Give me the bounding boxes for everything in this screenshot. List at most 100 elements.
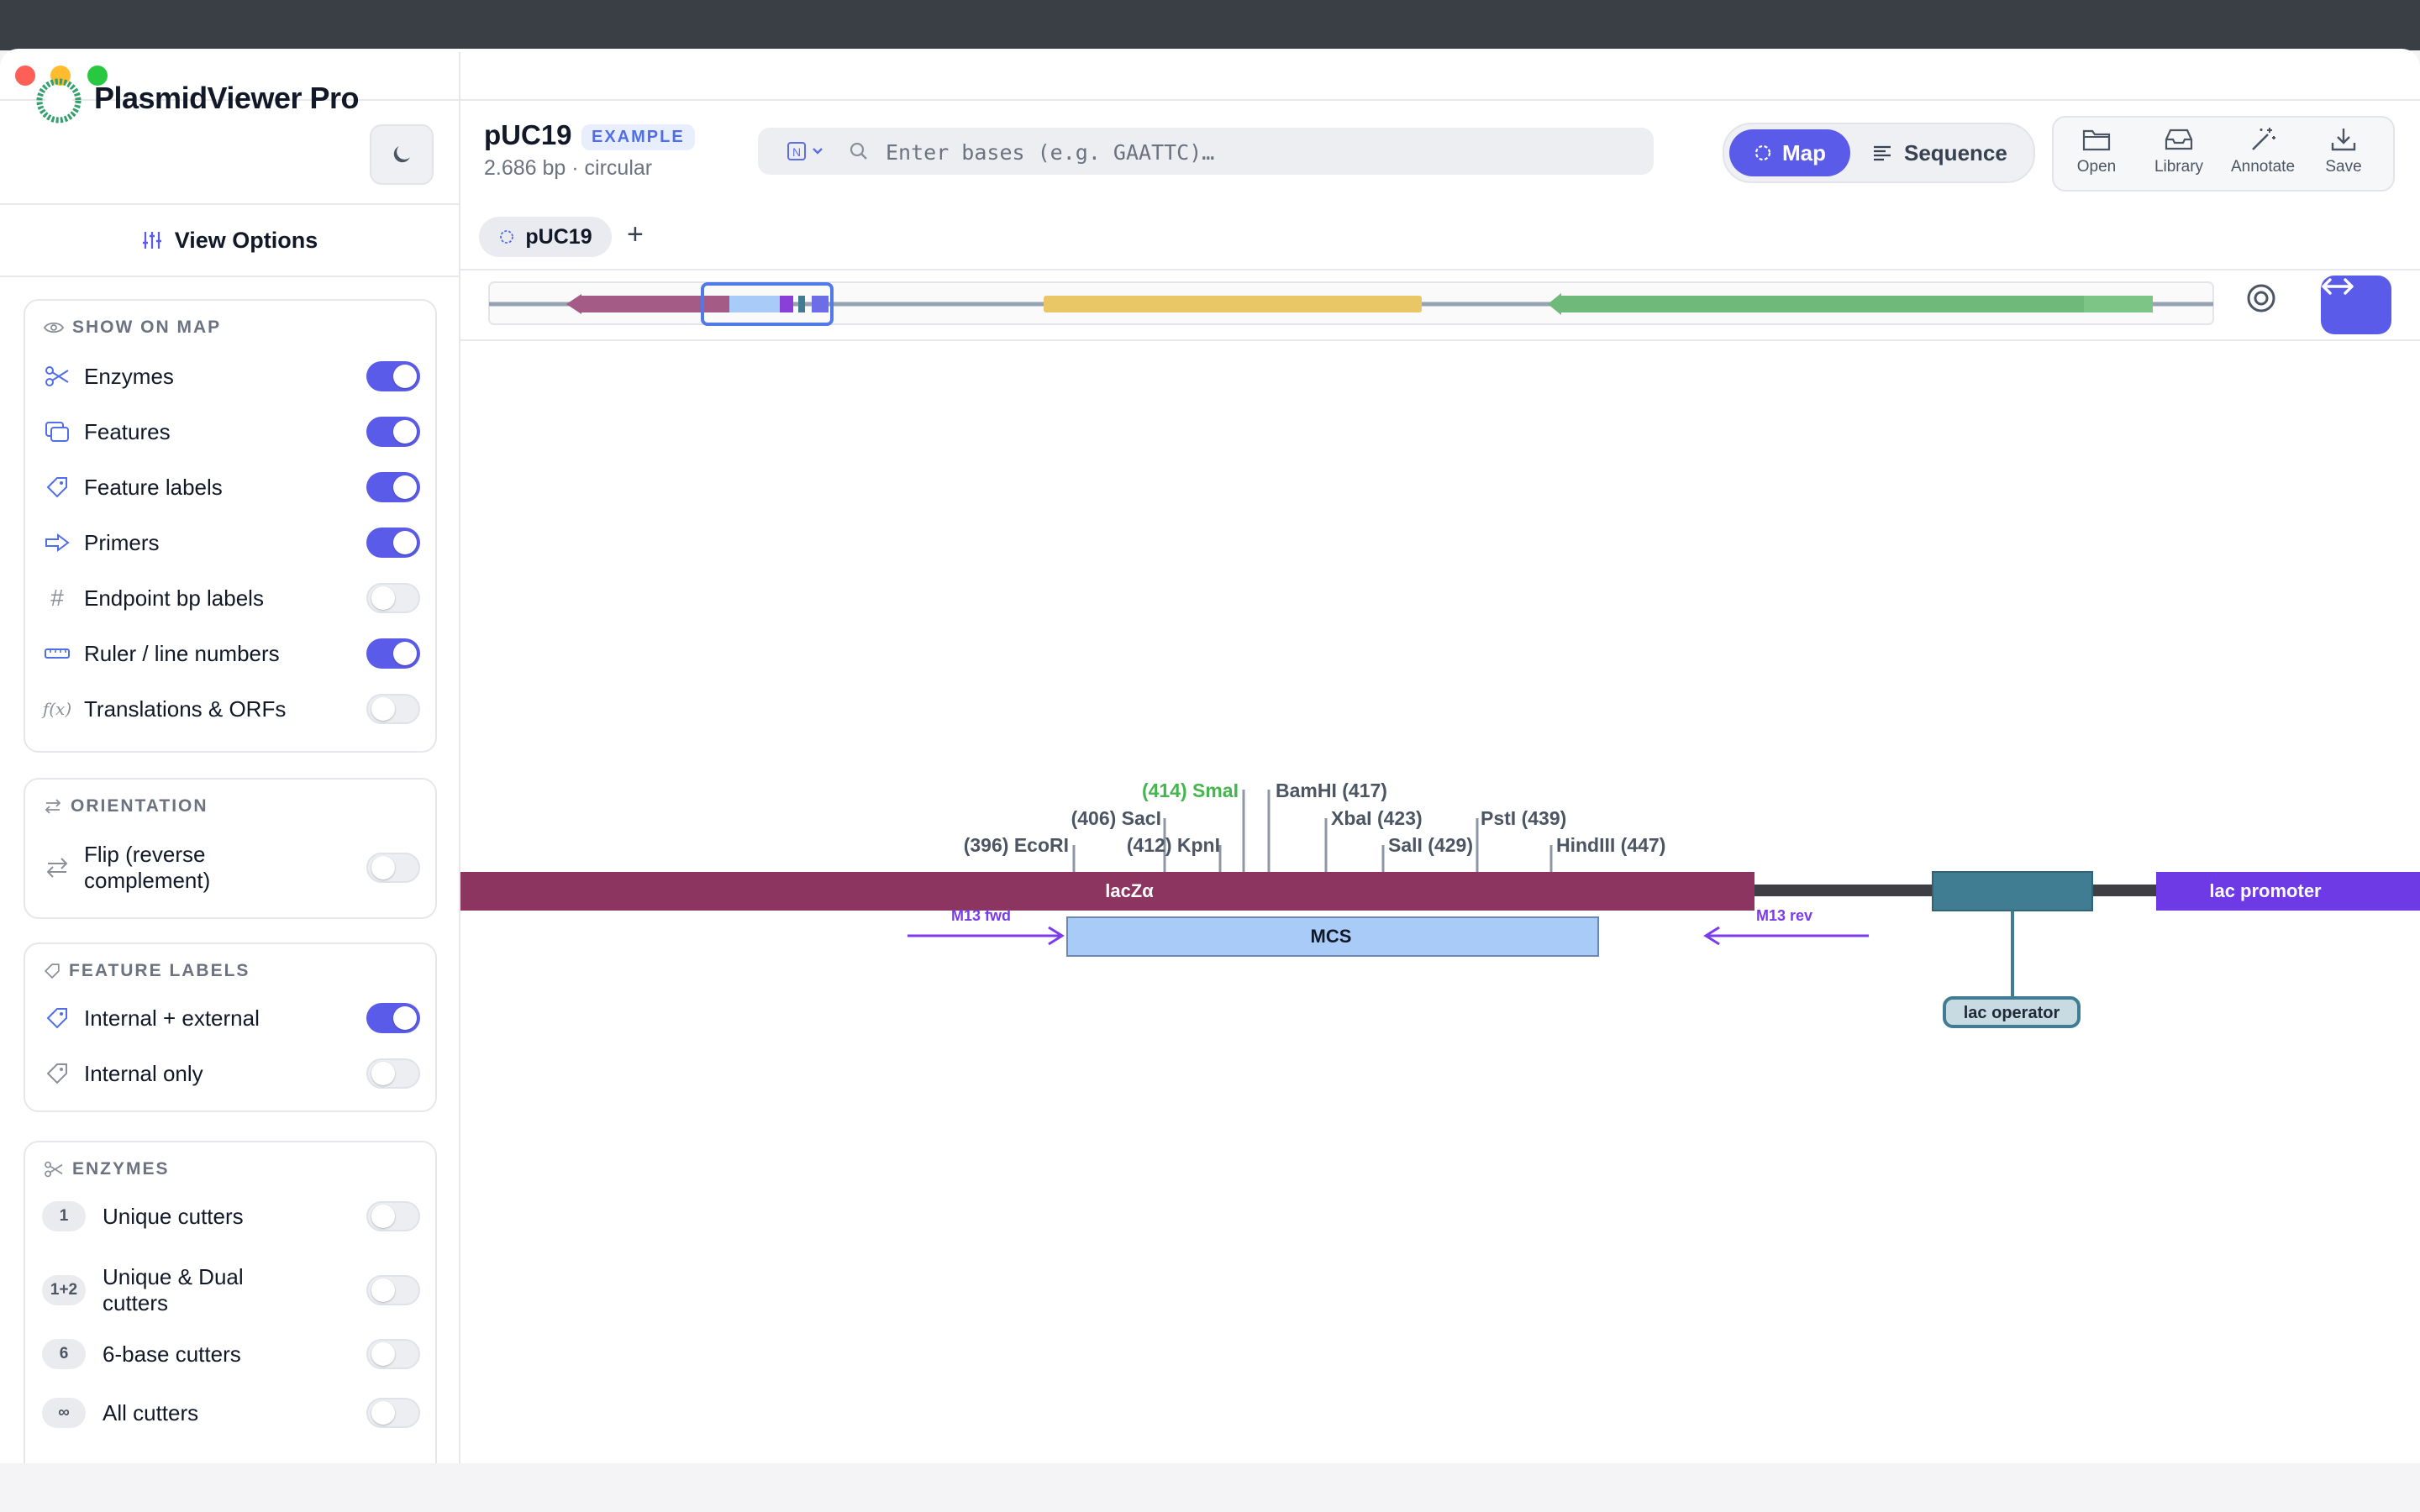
endpoint-bp-labels-option[interactable]: # Endpoint bp labels	[42, 581, 420, 615]
orientation-heading-text: ORIENTATION	[71, 796, 208, 816]
center-view-button[interactable]	[2245, 282, 2296, 333]
view-options-sidebar: View Options SHOW ON MAP Enzymes Feature…	[0, 205, 460, 1497]
internal-external-toggle[interactable]	[366, 1003, 420, 1033]
ruler-icon	[42, 647, 72, 660]
sequence-overview	[460, 270, 2420, 341]
overview-track[interactable]	[460, 270, 2225, 339]
sali-label[interactable]: SalI (429)	[1388, 834, 1473, 856]
show-on-map-panel: SHOW ON MAP Enzymes Features Feature lab…	[24, 299, 437, 753]
feature-labels-heading: FEATURE LABELS	[44, 961, 250, 981]
saci-label[interactable]: (406) SacI	[1071, 807, 1161, 829]
enzymes-heading-text: ENZYMES	[72, 1159, 170, 1179]
lacz-alpha-label: lacZα	[1105, 880, 1154, 901]
smai-label[interactable]: (414) SmaI	[1142, 780, 1239, 801]
overview-origin-feature	[1044, 296, 1422, 312]
tag-small-icon	[44, 963, 60, 979]
app-name: PlasmidViewer Pro	[94, 81, 360, 115]
internal-only-option[interactable]: Internal only	[42, 1057, 420, 1090]
feature-labels-option[interactable]: Feature labels	[42, 470, 420, 504]
view-options-header[interactable]: View Options	[0, 205, 459, 277]
lac-operator-label: lac operator	[1964, 1004, 2060, 1022]
library-button[interactable]: Library	[2141, 126, 2217, 185]
sequence-search-bar: N	[758, 128, 1654, 175]
bamhi-label[interactable]: BamHI (417)	[1276, 780, 1387, 801]
expand-horizontal-icon	[2322, 278, 2354, 295]
sequence-search-input[interactable]	[884, 133, 1627, 171]
orientation-panel: ORIENTATION Flip (reverse complement)	[24, 778, 437, 919]
psti-label[interactable]: PstI (439)	[1481, 807, 1566, 829]
function-icon: f(x)	[42, 699, 72, 719]
unique-dual-cutters-option[interactable]: 1+2 Unique & Dual cutters	[42, 1255, 420, 1326]
internal-external-option[interactable]: Internal + external	[42, 1001, 420, 1035]
kpni-label[interactable]: (412) KpnI	[1127, 834, 1220, 856]
endpoint-bp-labels-toggle[interactable]	[366, 583, 420, 613]
folder-icon	[2082, 129, 2111, 151]
linear-map-canvas[interactable]: (396) EcoRI (406) SacI (412) KpnI (414) …	[460, 341, 2420, 1463]
arrow-right-icon	[42, 533, 72, 553]
xbai-label[interactable]: XbaI (423)	[1331, 807, 1423, 829]
circle-dashed-icon	[500, 230, 514, 244]
tab-puc19[interactable]: pUC19	[479, 217, 612, 257]
unique-dual-cutters-badge: 1+2	[42, 1275, 86, 1305]
target-icon	[2247, 284, 2275, 312]
six-base-cutters-option[interactable]: 6 6-base cutters	[42, 1337, 420, 1371]
features-toggle[interactable]	[366, 417, 420, 447]
annotate-button[interactable]: Annotate	[2225, 126, 2301, 185]
flip-option[interactable]: Flip (reverse complement)	[42, 838, 420, 897]
enzymes-option[interactable]: Enzymes	[42, 360, 420, 393]
internal-only-toggle[interactable]	[366, 1058, 420, 1089]
flip-toggle[interactable]	[366, 853, 420, 883]
svg-text:N: N	[792, 145, 801, 159]
document-tab-bar: pUC19 +	[460, 205, 2420, 270]
save-button[interactable]: Save	[2306, 126, 2381, 185]
hindiii-label[interactable]: HindIII (447)	[1556, 834, 1665, 856]
fit-width-button[interactable]	[2321, 276, 2391, 334]
desktop-bottom-edge	[0, 1463, 2420, 1512]
six-base-cutters-badge: 6	[42, 1339, 86, 1369]
sliders-icon	[142, 232, 161, 249]
unique-cutters-option[interactable]: 1 Unique cutters	[42, 1200, 420, 1233]
all-cutters-badge: ∞	[42, 1398, 86, 1428]
flip-option-label: Flip (reverse complement)	[84, 842, 211, 893]
ruler-option[interactable]: Ruler / line numbers	[42, 637, 420, 670]
sequence-view-label: Sequence	[1904, 139, 2007, 165]
map-view-button[interactable]: Map	[1729, 129, 1850, 176]
lac-promoter-label: lac promoter	[2209, 880, 2322, 901]
all-cutters-option[interactable]: ∞ All cutters	[42, 1396, 420, 1430]
primers-option[interactable]: Primers	[42, 526, 420, 559]
unique-cutters-toggle[interactable]	[366, 1201, 420, 1231]
feature-labels-toggle[interactable]	[366, 472, 420, 502]
ruler-toggle[interactable]	[366, 638, 420, 669]
view-options-title: View Options	[174, 227, 318, 253]
sequence-view-button[interactable]: Sequence	[1872, 129, 2023, 176]
m13-rev-label: M13 rev	[1756, 907, 1812, 924]
tag-outline-icon	[42, 1062, 72, 1085]
features-option[interactable]: Features	[42, 415, 420, 449]
document-title: pUC19	[484, 119, 572, 150]
open-button[interactable]: Open	[2059, 126, 2134, 185]
overview-lacz-feature	[566, 294, 713, 314]
layers-icon	[42, 421, 72, 443]
add-tab-button[interactable]: +	[627, 218, 644, 251]
theme-toggle-button[interactable]	[370, 124, 434, 185]
annotate-label: Annotate	[2230, 158, 2296, 176]
example-badge: EXAMPLE	[581, 124, 695, 150]
unique-dual-cutters-label: Unique & Dual cutters	[103, 1264, 244, 1315]
six-base-cutters-toggle[interactable]	[366, 1339, 420, 1369]
translations-option[interactable]: f(x) Translations & ORFs	[42, 692, 420, 726]
save-label: Save	[2325, 158, 2362, 176]
scissors-small-icon	[45, 1161, 63, 1178]
scissors-icon	[42, 365, 72, 387]
ecori-label[interactable]: (396) EcoRI	[964, 834, 1069, 856]
inbox-icon	[2165, 129, 2193, 150]
nucleotide-mode-dropdown-icon[interactable]: N	[786, 141, 835, 161]
lac-operator-feature[interactable]	[1932, 871, 2093, 911]
primers-toggle[interactable]	[366, 528, 420, 558]
all-cutters-toggle[interactable]	[366, 1398, 420, 1428]
hash-icon: #	[50, 585, 64, 611]
translations-toggle[interactable]	[366, 694, 420, 724]
enzymes-toggle[interactable]	[366, 361, 420, 391]
tag-icon	[42, 1006, 72, 1030]
unique-dual-cutters-toggle[interactable]	[366, 1275, 420, 1305]
orientation-heading: ORIENTATION	[44, 796, 208, 816]
